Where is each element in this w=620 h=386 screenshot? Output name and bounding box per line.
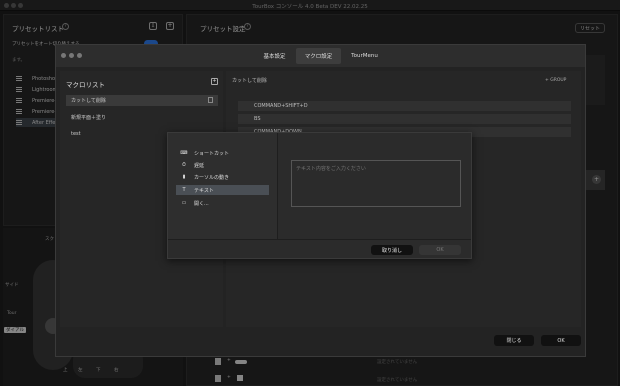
macro-item-selected[interactable]: カットして削除 [66, 95, 218, 106]
add-macro-icon[interactable]: + [211, 78, 218, 85]
menu-item-open[interactable]: ▭ 開く... [176, 198, 269, 208]
add-group-button[interactable]: + GROUP [545, 78, 566, 83]
menu-item-delay[interactable]: ⏱ 遅延 [176, 160, 269, 170]
close-button[interactable]: 閉じる [494, 335, 534, 346]
tab-basic-settings[interactable]: 基本設定 [252, 48, 297, 64]
dialog-tabbar: 基本設定 マクロ設定 TourMenu [56, 45, 585, 67]
keyboard-icon: ⌨ [180, 150, 188, 156]
mouse-icon: ▮ [182, 174, 186, 180]
divider [168, 239, 471, 240]
timer-icon: ⏱ [182, 162, 186, 168]
macro-list-title: マクロリスト [66, 81, 105, 89]
macro-item[interactable]: 新規平面＋塗り [66, 112, 218, 123]
folder-icon: ▭ [181, 200, 187, 206]
macro-command-row[interactable]: COMMAND+SHIFT+D [238, 101, 571, 111]
action-type-menu: ⌨ ショートカット ⏱ 遅延 ▮ カーソルの動き T テキスト ▭ 開く... [168, 133, 278, 239]
dialog-min-dot[interactable] [69, 53, 74, 58]
tab-macro-settings[interactable]: マクロ設定 [296, 48, 341, 64]
menu-item-shortcut[interactable]: ⌨ ショートカット [176, 148, 269, 158]
tab-tourmenu[interactable]: TourMenu [342, 48, 387, 64]
dialog-close-dot[interactable] [61, 53, 66, 58]
cancel-button[interactable]: 取り消し [371, 245, 413, 255]
ok-button-disabled[interactable]: OK [419, 245, 461, 255]
menu-item-text[interactable]: T テキスト [176, 185, 269, 195]
text-content-input[interactable] [291, 160, 461, 207]
add-action-dialog: ⌨ショートカット ⏱遅延 ▮カーソルの動き Tテキスト ▭開く... 取り消し … [167, 132, 472, 259]
macro-command-row[interactable]: BS [238, 114, 571, 124]
ok-button[interactable]: OK [541, 335, 581, 346]
macro-detail-title: カットして削除 [232, 78, 267, 84]
dialog-zoom-dot[interactable] [77, 53, 82, 58]
menu-item-cursor[interactable]: ▮ カーソルの動き [176, 172, 269, 182]
trash-icon[interactable] [208, 97, 213, 103]
text-icon: T [182, 187, 186, 193]
